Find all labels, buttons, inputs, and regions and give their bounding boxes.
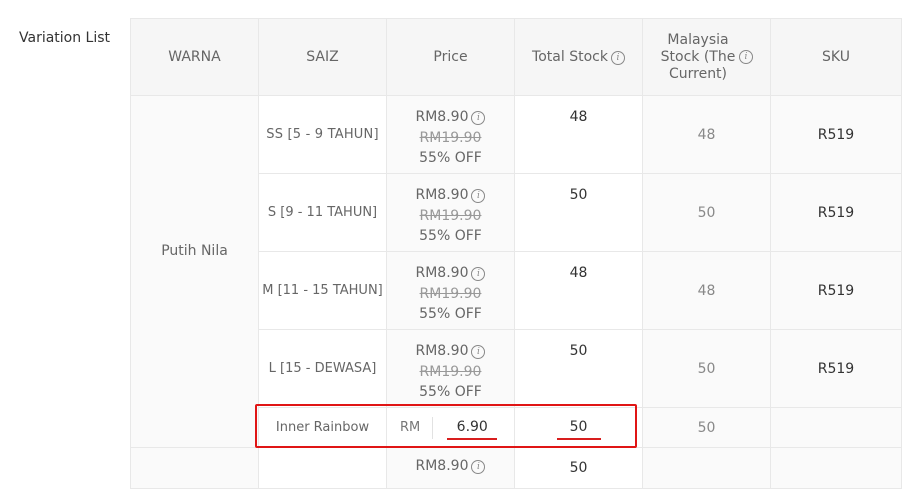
- price-original: RM19.90: [419, 129, 482, 146]
- info-icon[interactable]: i: [471, 111, 486, 125]
- malaysia-stock-cell: 48: [642, 251, 771, 330]
- price-original: RM19.90: [419, 363, 482, 380]
- price-current: RM8.90: [415, 265, 469, 281]
- price-cell: RM8.90 i: [386, 447, 515, 489]
- price-original: RM19.90: [419, 207, 482, 224]
- header-total-stock: Total Stock i: [514, 18, 643, 96]
- total-stock-input[interactable]: 50: [556, 416, 601, 440]
- price-cell: RM8.90 i RM19.90 55% OFF: [386, 95, 515, 174]
- info-icon[interactable]: i: [471, 189, 486, 203]
- discount-label: 55% OFF: [419, 384, 482, 400]
- size-value[interactable]: Inner Rainbow: [276, 420, 369, 435]
- malaysia-stock-cell: [642, 447, 771, 489]
- discount-label: 55% OFF: [419, 306, 482, 322]
- discount-label: 55% OFF: [419, 228, 482, 244]
- sku-cell: R519: [770, 173, 902, 252]
- header-malaysia-stock: Malaysia Stock (The Current) i: [642, 18, 771, 96]
- price-current: RM8.90: [415, 109, 469, 125]
- table-row: RM8.90 i 50: [130, 447, 902, 489]
- header-saiz: SAIZ: [258, 18, 387, 96]
- total-stock-cell[interactable]: 50: [514, 173, 643, 252]
- price-current: RM8.90: [415, 343, 469, 359]
- size-cell: L [15 - DEWASA]: [258, 329, 387, 408]
- total-stock-cell[interactable]: 48: [514, 95, 643, 174]
- info-icon[interactable]: i: [471, 267, 486, 281]
- size-input-cell[interactable]: Inner Rainbow: [258, 407, 387, 448]
- total-stock-cell[interactable]: 50: [514, 447, 643, 489]
- malaysia-stock-cell: 50: [642, 329, 771, 408]
- price-input[interactable]: 6.90: [447, 416, 498, 440]
- info-icon[interactable]: i: [739, 50, 753, 64]
- discount-label: 55% OFF: [419, 150, 482, 166]
- price-cell: RM8.90 i RM19.90 55% OFF: [386, 329, 515, 408]
- section-label: Variation List: [19, 30, 111, 46]
- malaysia-stock-cell: 50: [642, 173, 771, 252]
- size-cell: SS [5 - 9 TAHUN]: [258, 95, 387, 174]
- sku-cell[interactable]: [770, 407, 902, 448]
- size-cell: [258, 447, 387, 489]
- size-cell: S [9 - 11 TAHUN]: [258, 173, 387, 252]
- malaysia-stock-cell: 48: [642, 95, 771, 174]
- warna-cell: Putih Nila: [130, 95, 259, 448]
- currency-prefix: RM: [400, 416, 434, 439]
- price-cell: RM8.90 i RM19.90 55% OFF: [386, 173, 515, 252]
- info-icon[interactable]: i: [471, 345, 486, 359]
- header-price: Price: [386, 18, 515, 96]
- variation-table: WARNA SAIZ Price Total Stock i Malaysia S…: [130, 18, 902, 489]
- price-cell: RM8.90 i RM19.90 55% OFF: [386, 251, 515, 330]
- price-current: RM8.90: [415, 187, 469, 203]
- sku-cell: [770, 447, 902, 489]
- price-input-cell[interactable]: RM 6.90: [386, 407, 515, 448]
- sku-cell: R519: [770, 95, 902, 174]
- price-original: RM19.90: [419, 285, 482, 302]
- table-row: Putih Nila SS [5 - 9 TAHUN] RM8.90 i RM19…: [130, 95, 902, 448]
- header-sku: SKU: [770, 18, 902, 96]
- table-header-row: WARNA SAIZ Price Total Stock i Malaysia S…: [130, 18, 902, 96]
- total-stock-input-cell[interactable]: 50: [514, 407, 643, 448]
- total-stock-cell[interactable]: 48: [514, 251, 643, 330]
- sku-cell: R519: [770, 251, 902, 330]
- sku-cell: R519: [770, 329, 902, 408]
- info-icon[interactable]: i: [610, 50, 625, 65]
- header-warna: WARNA: [130, 18, 259, 96]
- size-cell: M [11 - 15 TAHUN]: [258, 251, 387, 330]
- total-stock-cell[interactable]: 50: [514, 329, 643, 408]
- warna-cell: [130, 447, 259, 489]
- malaysia-stock-cell: 50: [642, 407, 771, 448]
